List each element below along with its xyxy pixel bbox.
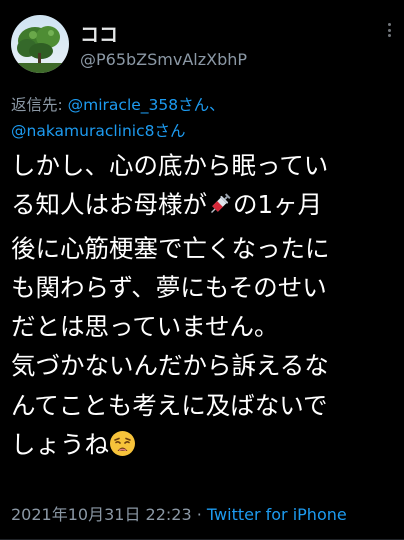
reply-prefix: 返信先: xyxy=(11,96,68,114)
avatar[interactable] xyxy=(11,15,69,73)
syringe-emoji-icon xyxy=(207,189,233,228)
tweet-line: んてことも考えに及ばないで xyxy=(11,390,328,420)
reply-mention-miracle[interactable]: @miracle_358 xyxy=(68,96,178,114)
tweet-line: だとは思っていません。 xyxy=(11,312,279,342)
meta-separator: · xyxy=(191,505,207,524)
tweet-line: も関わらず、夢にもそのせい xyxy=(11,272,327,302)
user-handle[interactable]: @P65bZSmvAlzXbhP xyxy=(80,50,247,69)
tweet-body: しかし、心の底から眠ってい る知人はお母様が の1ヶ月 後に心筋梗塞で亡くなった… xyxy=(11,146,401,468)
weary-face-emoji-icon xyxy=(109,429,136,468)
reply-to-line: 返信先: @miracle_358さん、 @nakamuraclinic8さん xyxy=(11,92,225,144)
tweet-line: 気づかないんだから訴えるな xyxy=(11,351,329,381)
display-name[interactable]: ココ xyxy=(80,20,118,47)
tweet-line: る知人はお母様が の1ヶ月 xyxy=(11,185,401,228)
tweet-meta: 2021年10月31日 22:23 · Twitter for iPhone xyxy=(11,501,347,525)
reply-mention-nakamuraclinic[interactable]: @nakamuraclinic8 xyxy=(11,122,154,140)
tweet-line-part: る知人はお母様が xyxy=(11,190,207,220)
source-link[interactable]: Twitter for iPhone xyxy=(207,505,347,524)
tweet-line: しょうね xyxy=(11,425,401,468)
tweet-line: しかし、心の底から眠ってい xyxy=(11,151,329,180)
reply-mention-suffix-2[interactable]: さん xyxy=(154,122,185,140)
avatar-tree-icon xyxy=(11,15,69,73)
tweet-line-part: の1ヶ月 xyxy=(233,190,323,220)
timestamp[interactable]: 2021年10月31日 22:23 xyxy=(11,505,192,524)
tweet-line: 後に心筋梗塞で亡くなったに xyxy=(11,233,330,263)
tweet: ココ @P65bZSmvAlzXbhP 返信先: @miracle_358さん、… xyxy=(0,0,404,540)
more-options-icon[interactable] xyxy=(384,20,394,40)
tweet-line-part: しょうね xyxy=(11,430,109,460)
reply-mention-suffix-1[interactable]: さん、 xyxy=(178,96,225,114)
